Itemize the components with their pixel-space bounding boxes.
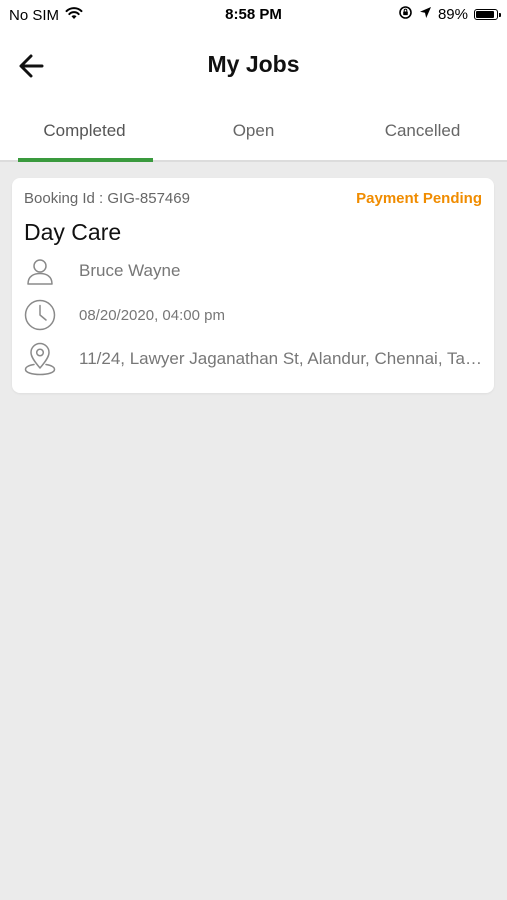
location-arrow-icon xyxy=(419,6,432,23)
job-datetime: 08/20/2020, 04:00 pm xyxy=(79,306,225,324)
customer-row: Bruce Wayne xyxy=(24,255,484,287)
clock-icon xyxy=(24,299,56,331)
job-address: 11/24, Lawyer Jaganathan St, Alandur, Ch… xyxy=(79,349,484,368)
battery-icon xyxy=(474,9,501,20)
datetime-row: 08/20/2020, 04:00 pm xyxy=(24,299,484,331)
status-bar-right: 89% xyxy=(398,5,501,24)
active-tab-indicator xyxy=(18,158,153,162)
payment-status-badge: Payment Pending xyxy=(356,190,482,207)
booking-id: Booking Id : GIG-857469 xyxy=(24,190,190,207)
app-header: My Jobs xyxy=(0,30,507,102)
page-title: My Jobs xyxy=(207,51,300,77)
orientation-lock-icon xyxy=(398,5,413,24)
location-pin-icon xyxy=(24,342,56,376)
tab-completed[interactable]: Completed xyxy=(0,102,169,162)
person-icon xyxy=(24,255,56,287)
job-status-tabs: Completed Open Cancelled xyxy=(0,102,507,162)
customer-name: Bruce Wayne xyxy=(79,261,181,280)
status-bar: No SIM 8:58 PM 89% xyxy=(0,0,507,30)
battery-percentage: 89% xyxy=(437,6,468,23)
tab-open[interactable]: Open xyxy=(169,102,338,162)
job-card[interactable]: Booking Id : GIG-857469 Payment Pending … xyxy=(12,178,494,393)
service-name: Day Care xyxy=(24,219,122,245)
tab-cancelled[interactable]: Cancelled xyxy=(338,102,507,162)
address-row: 11/24, Lawyer Jaganathan St, Alandur, Ch… xyxy=(24,342,484,376)
